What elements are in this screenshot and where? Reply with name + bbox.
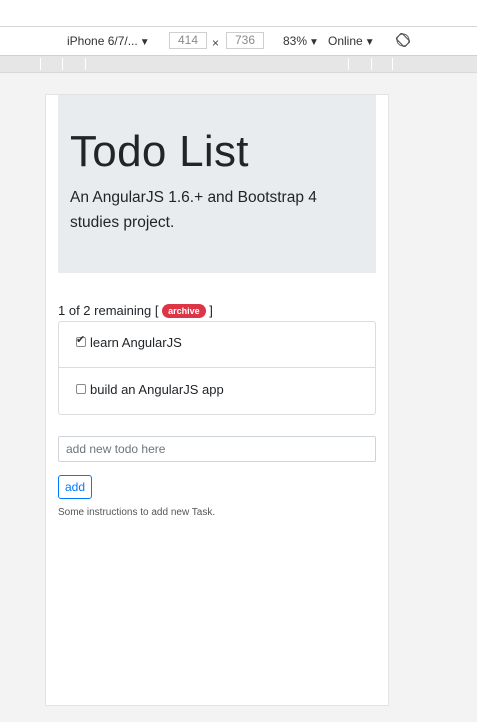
- ruler-tick: [40, 58, 41, 70]
- dimension-separator: ×: [212, 36, 220, 50]
- media-query-ruler: [0, 56, 477, 73]
- new-todo-input[interactable]: [58, 436, 376, 462]
- zoom-select[interactable]: 83% ▼: [283, 34, 319, 48]
- throttle-select[interactable]: Online ▼: [328, 34, 375, 48]
- remaining-count: 1 of 2 remaining [ archive ]: [58, 303, 213, 318]
- device-dropdown-icon: ▼: [139, 37, 150, 48]
- height-input[interactable]: [226, 32, 264, 49]
- list-item: ✔ learn AngularJS: [59, 322, 375, 368]
- throttle-dropdown-icon: ▼: [364, 37, 375, 48]
- width-input[interactable]: [169, 32, 207, 49]
- remaining-close: ]: [209, 303, 213, 318]
- device-toolbar: iPhone 6/7/...▼ × 83%▼ Online▼: [0, 27, 477, 56]
- rotate-icon[interactable]: [396, 33, 410, 47]
- zoom-dropdown-icon: ▼: [309, 37, 319, 48]
- page-title: Todo List: [70, 127, 249, 176]
- jumbotron: Todo List An AngularJS 1.6.+ and Bootstr…: [58, 95, 376, 273]
- list-item: build an AngularJS app: [59, 369, 375, 415]
- todo-label: build an AngularJS app: [90, 382, 224, 397]
- todo-checkbox[interactable]: ✔: [76, 334, 86, 347]
- browser-top-bar: [0, 0, 477, 27]
- device-select[interactable]: iPhone 6/7/... ▼: [67, 34, 150, 48]
- device-viewport: Todo List An AngularJS 1.6.+ and Bootstr…: [45, 94, 389, 706]
- todo-label: learn AngularJS: [90, 335, 182, 350]
- todo-checkbox[interactable]: [76, 384, 86, 394]
- zoom-value: 83%: [283, 34, 308, 48]
- remaining-text: 1 of 2 remaining [: [58, 303, 159, 318]
- checkmark-icon: ✔: [76, 334, 86, 346]
- ruler-tick: [85, 58, 86, 70]
- page-subtitle: An AngularJS 1.6.+ and Bootstrap 4 studi…: [70, 189, 317, 231]
- device-name: iPhone 6/7/...: [67, 34, 138, 48]
- ruler-tick: [62, 58, 63, 70]
- ruler-tick: [392, 58, 393, 70]
- ruler-tick: [348, 58, 349, 70]
- ruler-tick: [371, 58, 372, 70]
- archive-badge[interactable]: archive: [162, 304, 206, 318]
- throttle-value: Online: [328, 34, 363, 48]
- help-text: Some instructions to add new Task.: [58, 507, 216, 518]
- add-button[interactable]: add: [58, 475, 92, 499]
- todo-list: ✔ learn AngularJS build an AngularJS app: [58, 321, 376, 415]
